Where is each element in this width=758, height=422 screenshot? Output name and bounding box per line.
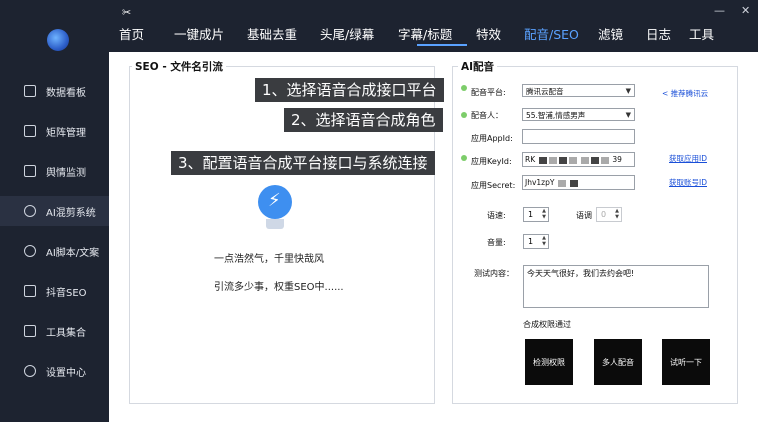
volume-stepper[interactable]: 1 ▲ ▼ bbox=[523, 234, 549, 249]
redacted-block bbox=[570, 179, 579, 187]
chevron-down-icon: ▼ bbox=[625, 87, 631, 95]
callout-dot bbox=[461, 85, 467, 91]
sidebar-item-dashboard[interactable]: 数据看板 bbox=[0, 76, 109, 106]
voice-select-value: 55.智浦,情感男声 bbox=[526, 111, 586, 120]
voice-label: 配音人： bbox=[471, 111, 503, 120]
pitch-stepper[interactable]: 0 ▲ ▼ bbox=[596, 207, 622, 222]
refresh-icon bbox=[24, 245, 36, 257]
appid-input[interactable] bbox=[522, 129, 635, 144]
sidebar-item-label: 抖音SEO bbox=[46, 287, 87, 299]
scissors-icon: ✂ bbox=[122, 6, 132, 19]
platform-select-value: 腾讯云配音 bbox=[526, 87, 564, 96]
keyid-prefix: RK bbox=[525, 155, 536, 164]
platform-select[interactable]: 腾讯云配音 ▼ bbox=[522, 84, 635, 97]
permission-status: 合成权限通过 bbox=[523, 320, 571, 329]
preview-listen-button[interactable]: 试听一下 bbox=[662, 339, 710, 385]
spinner-icon bbox=[24, 205, 36, 217]
sidebar-item-label: AI脚本/文案 bbox=[46, 247, 100, 259]
seo-slogan-line1: 一点浩然气，千里快哉风 bbox=[214, 254, 324, 265]
tab-voice-seo[interactable]: 配音/SEO bbox=[524, 24, 579, 43]
redacted-block bbox=[580, 156, 589, 164]
sidebar-item-label: 设置中心 bbox=[46, 367, 86, 379]
gear-icon bbox=[24, 365, 36, 377]
sidebar: 数据看板 矩阵管理 舆情监测 AI混剪系统 AI脚本/文案 抖音SEO 工具集合… bbox=[0, 0, 109, 422]
ai-voice-panel-title: AI配音 bbox=[458, 59, 498, 74]
sidebar-item-matrix[interactable]: 矩阵管理 bbox=[0, 116, 109, 146]
appid-label: 应用AppId: bbox=[471, 134, 513, 143]
tab-filter[interactable]: 滤镜 bbox=[598, 24, 623, 43]
voice-select[interactable]: 55.智浦,情感男声 ▼ bbox=[522, 108, 635, 121]
tab-dedup[interactable]: 基础去重 bbox=[247, 24, 297, 43]
stepper-arrows-icon[interactable]: ▲ ▼ bbox=[542, 208, 546, 220]
callout-step-2: 2、选择语音合成角色 bbox=[284, 108, 443, 132]
speed-stepper[interactable]: 1 ▲ ▼ bbox=[523, 207, 549, 222]
secret-input[interactable]: Jhv1zpY bbox=[522, 175, 635, 190]
grid-icon bbox=[24, 125, 36, 137]
redacted-block bbox=[590, 156, 599, 164]
sidebar-item-label: 数据看板 bbox=[46, 87, 86, 99]
tab-effects[interactable]: 特效 bbox=[476, 24, 501, 43]
redacted-block bbox=[557, 179, 566, 187]
test-content-label: 测试内容： bbox=[474, 269, 514, 278]
pitch-label: 语调 bbox=[576, 211, 592, 220]
test-content-textarea[interactable]: 今天天气很好，我们去约会吧! bbox=[523, 265, 709, 308]
secret-label: 应用Secret: bbox=[471, 181, 516, 190]
redacted-block bbox=[558, 156, 567, 164]
redacted-block bbox=[548, 156, 557, 164]
callout-step-1: 1、选择语音合成接口平台 bbox=[255, 78, 444, 102]
sidebar-item-ai-script[interactable]: AI脚本/文案 bbox=[0, 236, 109, 266]
redacted-block bbox=[568, 156, 577, 164]
sidebar-item-label: 舆情监测 bbox=[46, 167, 86, 179]
sidebar-item-label: 工具集合 bbox=[46, 327, 86, 339]
tab-tools[interactable]: 工具 bbox=[689, 24, 714, 43]
tab-home[interactable]: 首页 bbox=[119, 24, 144, 43]
close-icon[interactable]: ✕ bbox=[741, 4, 750, 17]
speed-label: 语速: bbox=[487, 211, 506, 220]
sidebar-item-label: 矩阵管理 bbox=[46, 127, 86, 139]
keyid-input[interactable]: RK 39 bbox=[522, 152, 635, 167]
tab-head-tail[interactable]: 头尾/绿幕 bbox=[320, 24, 374, 43]
seo-panel-title: SEO - 文件名引流 bbox=[132, 59, 226, 74]
redacted-block bbox=[538, 156, 547, 164]
sidebar-item-ai-mix[interactable]: AI混剪系统 bbox=[0, 196, 109, 226]
multi-voice-button[interactable]: 多人配音 bbox=[594, 339, 642, 385]
briefcase-icon bbox=[24, 325, 36, 337]
speed-value: 1 bbox=[528, 210, 534, 219]
callout-dot bbox=[461, 155, 467, 161]
get-account-id-link[interactable]: 获取账号ID bbox=[669, 177, 707, 188]
redacted-block bbox=[600, 156, 609, 164]
volume-value: 1 bbox=[528, 237, 534, 246]
keyid-suffix: 39 bbox=[612, 155, 622, 164]
tab-log[interactable]: 日志 bbox=[646, 24, 671, 43]
sidebar-item-douyin-seo[interactable]: 抖音SEO bbox=[0, 276, 109, 306]
check-permission-button[interactable]: 检测权限 bbox=[525, 339, 573, 385]
callout-dot bbox=[461, 112, 467, 118]
volume-label: 音量: bbox=[487, 238, 506, 247]
stepper-arrows-icon[interactable]: ▲ ▼ bbox=[615, 208, 619, 220]
tab-one-click[interactable]: 一键成片 bbox=[174, 24, 224, 43]
sidebar-item-settings[interactable]: 设置中心 bbox=[0, 356, 109, 386]
recommend-tencent-link[interactable]: < 推荐腾讯云 bbox=[662, 88, 708, 99]
sidebar-item-monitor[interactable]: 舆情监测 bbox=[0, 156, 109, 186]
app-logo bbox=[47, 29, 69, 51]
seo-icon bbox=[24, 285, 36, 297]
seo-slogan-line2: 引流多少事，权重SEO中...... bbox=[214, 282, 344, 293]
active-tab-indicator bbox=[417, 44, 467, 46]
lightbulb-base bbox=[266, 219, 284, 229]
tab-subtitle[interactable]: 字幕/标题 bbox=[398, 24, 452, 43]
platform-label: 配音平台: bbox=[471, 88, 506, 97]
keyid-label: 应用KeyId: bbox=[471, 157, 512, 166]
minimize-icon[interactable]: — bbox=[714, 4, 725, 17]
sidebar-item-label: AI混剪系统 bbox=[46, 207, 96, 219]
sidebar-item-tools[interactable]: 工具集合 bbox=[0, 316, 109, 346]
stepper-arrows-icon[interactable]: ▲ ▼ bbox=[542, 235, 546, 247]
chevron-down-icon: ▼ bbox=[625, 111, 631, 119]
monitor-icon bbox=[24, 85, 36, 97]
lightning-icon: ⚡ bbox=[268, 190, 281, 211]
callout-step-3: 3、配置语音合成平台接口与系统连接 bbox=[171, 151, 435, 175]
pitch-value: 0 bbox=[601, 210, 607, 219]
get-app-id-link[interactable]: 获取应用ID bbox=[669, 153, 707, 164]
chart-icon bbox=[24, 165, 36, 177]
secret-prefix: Jhv1zpY bbox=[525, 178, 555, 187]
